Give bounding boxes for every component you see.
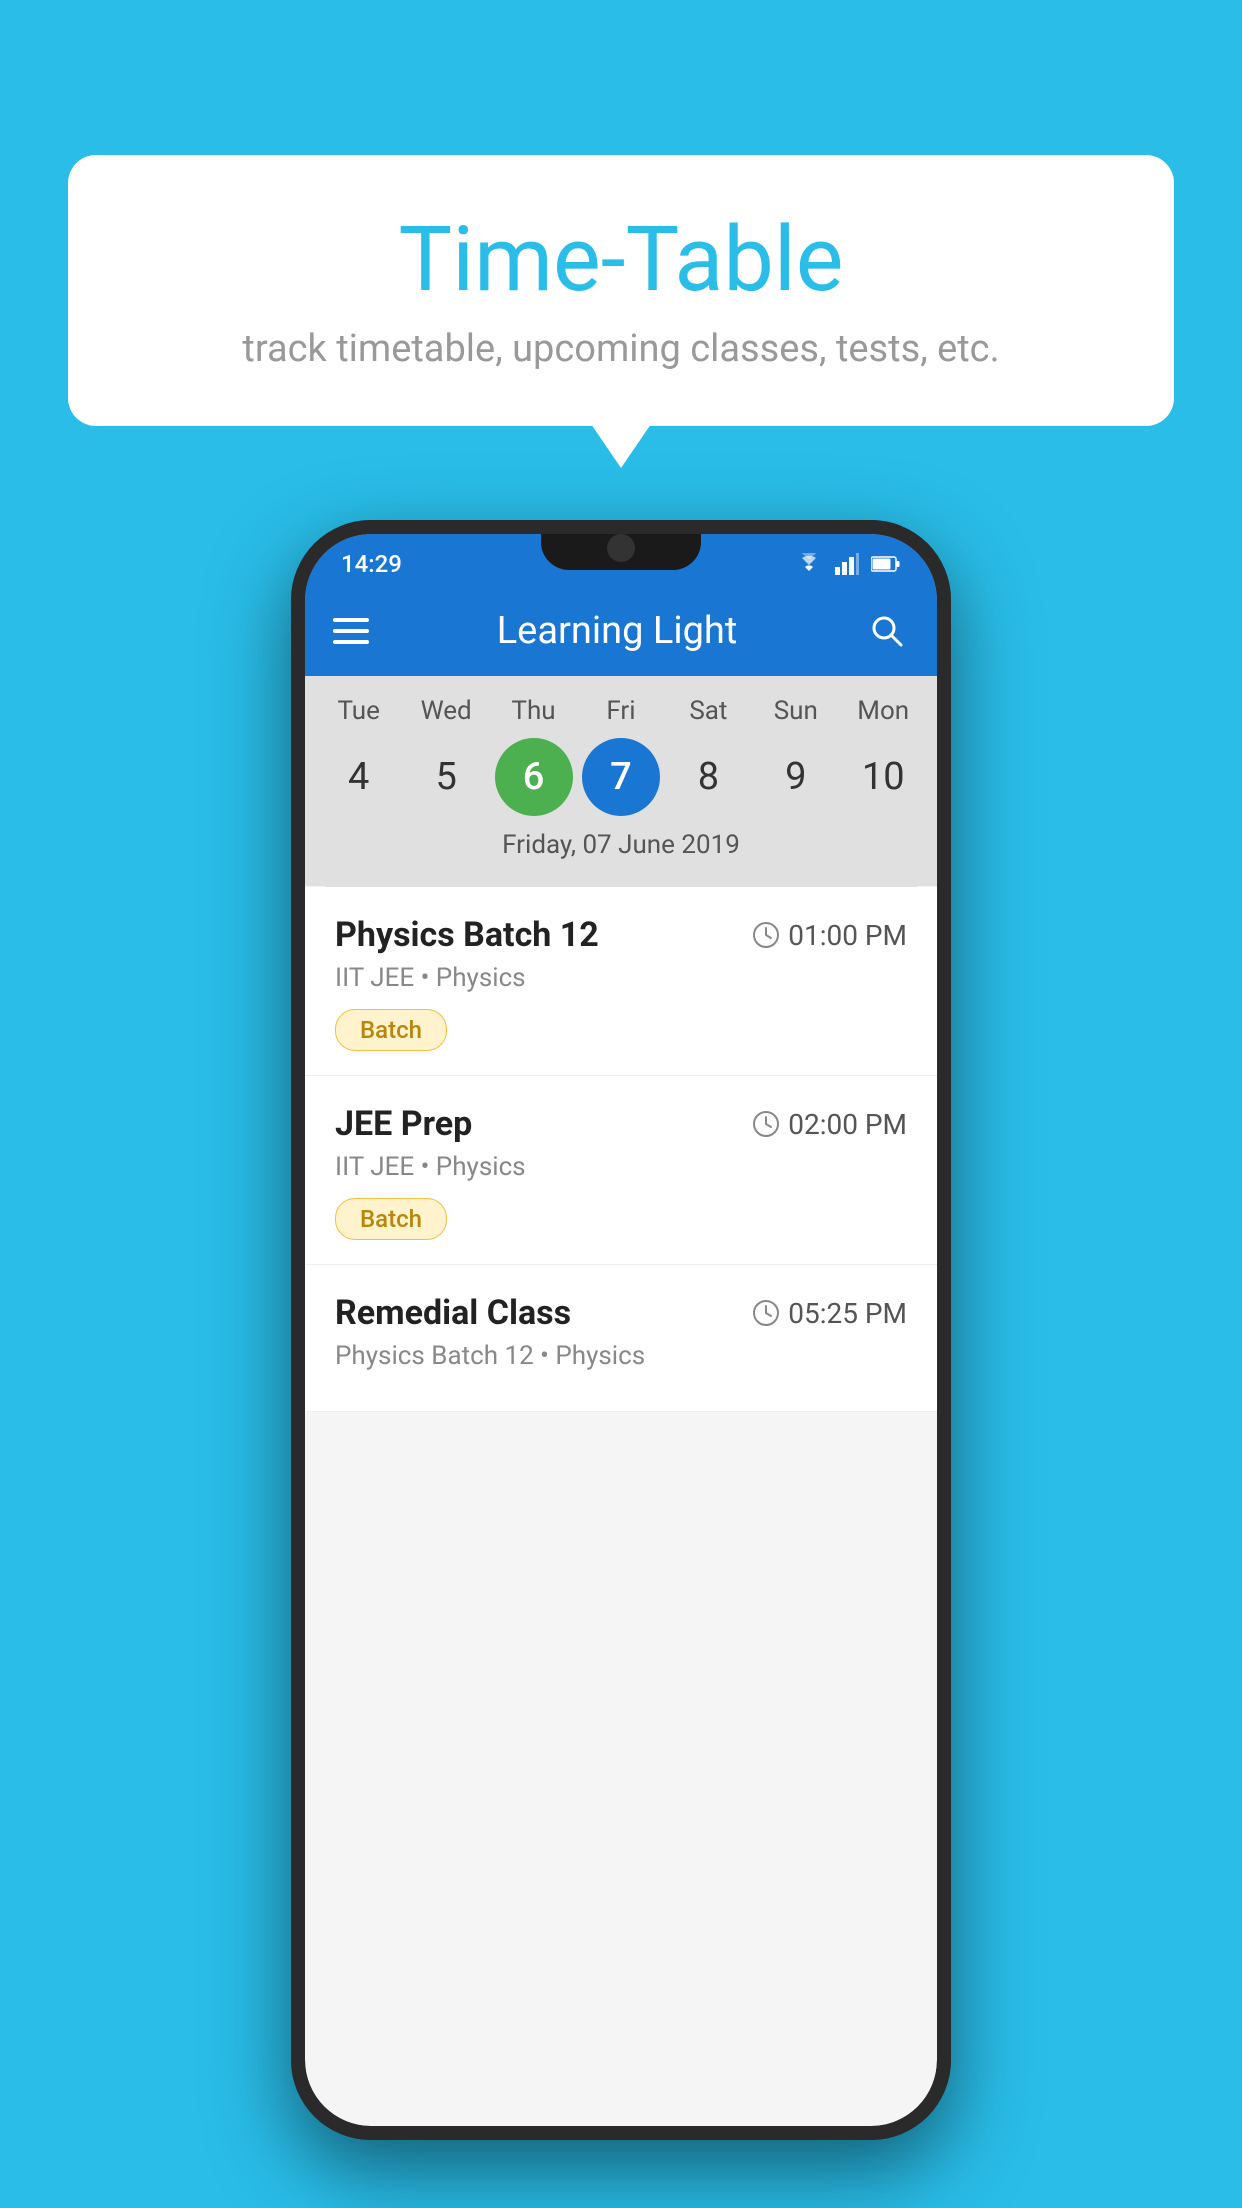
day-names-row: Tue Wed Thu Fri Sat Sun Mon: [305, 696, 937, 726]
class-name-0: Physics Batch 12: [335, 915, 599, 955]
class-subject-1: IIT JEE • Physics: [335, 1152, 907, 1182]
selected-date-label: Friday, 07 June 2019: [305, 816, 937, 876]
app-title: Learning Light: [393, 609, 841, 653]
day-8[interactable]: 8: [669, 738, 747, 816]
class-item-1[interactable]: JEE Prep 02:00 PM IIT JEE • Physics Batc…: [305, 1076, 937, 1265]
class-time-0: 01:00 PM: [752, 919, 907, 952]
phone-mockup-container: 14:29: [68, 520, 1174, 2140]
class-item-0[interactable]: Physics Batch 12 01:00 PM IIT JEE • Phys…: [305, 887, 937, 1076]
app-bar: Learning Light: [305, 586, 937, 676]
day-10[interactable]: 10: [844, 738, 922, 816]
bubble-title: Time-Table: [128, 210, 1114, 309]
class-subject-0: IIT JEE • Physics: [335, 963, 907, 993]
day-name-fri: Fri: [582, 696, 660, 726]
wifi-icon: [795, 553, 823, 575]
class-name-1: JEE Prep: [335, 1104, 472, 1144]
clock-icon-1: [752, 1110, 780, 1138]
day-name-sun: Sun: [757, 696, 835, 726]
bubble-subtitle: track timetable, upcoming classes, tests…: [128, 327, 1114, 371]
class-name-2: Remedial Class: [335, 1293, 571, 1333]
battery-icon: [871, 555, 901, 573]
status-time: 14:29: [341, 550, 402, 578]
class-time-1: 02:00 PM: [752, 1108, 907, 1141]
class-item-header-0: Physics Batch 12 01:00 PM: [335, 915, 907, 955]
class-time-2: 05:25 PM: [752, 1297, 907, 1330]
batch-badge-1: Batch: [335, 1198, 447, 1240]
speech-bubble: Time-Table track timetable, upcoming cla…: [68, 155, 1174, 426]
signal-icon: [835, 553, 859, 575]
day-7-selected[interactable]: 7: [582, 738, 660, 816]
day-numbers-row: 4 5 6 7 8 9 10: [305, 738, 937, 816]
speech-bubble-section: Time-Table track timetable, upcoming cla…: [68, 155, 1174, 426]
phone-device: 14:29: [291, 520, 951, 2140]
class-item-header-1: JEE Prep 02:00 PM: [335, 1104, 907, 1144]
day-6-today[interactable]: 6: [495, 738, 573, 816]
clock-icon-2: [752, 1299, 780, 1327]
class-list: Physics Batch 12 01:00 PM IIT JEE • Phys…: [305, 887, 937, 1412]
batch-badge-0: Batch: [335, 1009, 447, 1051]
phone-screen: 14:29: [305, 534, 937, 2126]
day-4[interactable]: 4: [320, 738, 398, 816]
day-name-wed: Wed: [407, 696, 485, 726]
day-5[interactable]: 5: [407, 738, 485, 816]
status-icons: [795, 553, 901, 575]
day-name-sat: Sat: [669, 696, 747, 726]
menu-icon[interactable]: [333, 618, 369, 644]
front-camera: [607, 534, 635, 562]
day-name-mon: Mon: [844, 696, 922, 726]
search-button[interactable]: [865, 609, 909, 653]
class-item-header-2: Remedial Class 05:25 PM: [335, 1293, 907, 1333]
calendar-strip: Tue Wed Thu Fri Sat Sun Mon 4 5 6 7 8 9 …: [305, 676, 937, 886]
clock-icon-0: [752, 921, 780, 949]
day-9[interactable]: 9: [757, 738, 835, 816]
day-name-tue: Tue: [320, 696, 398, 726]
day-name-thu: Thu: [495, 696, 573, 726]
class-subject-2: Physics Batch 12 • Physics: [335, 1341, 907, 1371]
class-item-2[interactable]: Remedial Class 05:25 PM Physics Batch 12…: [305, 1265, 937, 1412]
